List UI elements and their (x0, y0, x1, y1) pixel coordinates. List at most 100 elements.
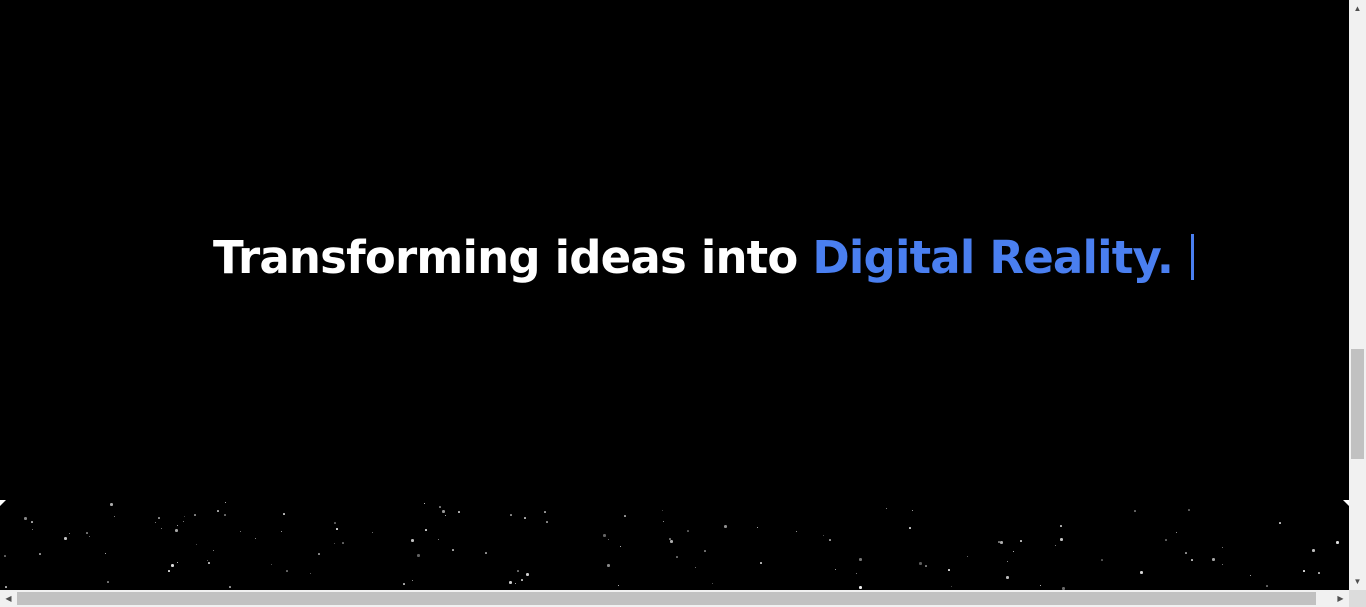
star-dot (620, 546, 621, 547)
hero-section: Transforming ideas into Digital Reality. (0, 0, 1349, 502)
scroll-down-arrow-icon[interactable]: ▼ (1349, 573, 1366, 590)
scroll-left-arrow-icon[interactable]: ◀ (0, 590, 17, 607)
star-dot (439, 506, 441, 508)
star-dot (1140, 571, 1143, 574)
star-dot (919, 562, 922, 565)
star-dot (724, 525, 727, 528)
star-dot (886, 508, 887, 509)
star-dot (835, 569, 836, 570)
star-dot (283, 513, 285, 515)
star-dot (171, 564, 174, 567)
star-dot (31, 521, 33, 523)
star-dot (411, 539, 414, 542)
star-dot (526, 573, 529, 576)
star-dot (1303, 570, 1305, 572)
scroll-right-arrow-icon[interactable]: ▶ (1332, 590, 1349, 607)
star-dot (546, 521, 548, 523)
star-dot (403, 583, 405, 585)
star-dot (196, 544, 197, 545)
star-dot (255, 538, 256, 539)
starfield-section (0, 502, 1349, 590)
star-dot (64, 537, 67, 540)
star-dot (342, 542, 344, 544)
star-dot (177, 562, 178, 563)
star-dot (485, 552, 487, 554)
star-dot (425, 529, 427, 531)
star-dot (760, 562, 762, 564)
star-dot (336, 528, 338, 530)
star-dot (225, 502, 226, 503)
scroll-up-arrow-icon[interactable]: ▲ (1349, 0, 1366, 17)
star-dot (1336, 541, 1339, 544)
star-dot (155, 522, 156, 523)
star-dot (89, 536, 90, 537)
scrollbar-corner (1349, 590, 1366, 607)
star-dot (442, 510, 445, 513)
star-dot (1134, 510, 1136, 512)
star-dot (1055, 545, 1056, 546)
star-dot (318, 553, 320, 555)
star-dot (544, 511, 546, 513)
star-dot (859, 558, 862, 561)
star-dot (158, 517, 160, 519)
typing-cursor (1191, 234, 1195, 280)
horizontal-scrollbar[interactable]: ◀ ▶ (0, 590, 1349, 607)
star-dot (184, 516, 185, 517)
star-dot (624, 515, 626, 517)
star-dot (412, 580, 413, 581)
star-dot (208, 562, 210, 564)
star-dot (1185, 552, 1187, 554)
star-dot (424, 503, 425, 504)
star-dot (372, 532, 373, 533)
star-dot (948, 569, 950, 571)
star-dot (618, 585, 619, 586)
star-dot (1007, 561, 1008, 562)
star-dot (271, 564, 272, 565)
star-dot (909, 527, 911, 529)
star-dot (458, 511, 460, 513)
star-dot (1013, 551, 1014, 552)
star-dot (229, 586, 231, 588)
horizontal-scroll-thumb[interactable] (17, 592, 1316, 605)
star-dot (217, 510, 219, 512)
star-dot (1000, 541, 1003, 544)
star-dot (183, 521, 184, 522)
hero-headline: Transforming ideas into Digital Reality. (213, 228, 1195, 288)
vertical-scrollbar[interactable]: ▲ ▼ (1349, 0, 1366, 590)
star-dot (967, 556, 968, 557)
star-dot (438, 539, 439, 540)
star-dot (1222, 547, 1223, 548)
star-dot (5, 586, 7, 588)
star-dot (524, 517, 526, 519)
headline-accent-text: Digital Reality. (812, 231, 1174, 284)
star-dot (1188, 509, 1190, 511)
star-dot (757, 527, 758, 528)
star-dot (213, 550, 214, 551)
star-dot (1040, 585, 1041, 586)
vertical-scroll-thumb[interactable] (1351, 349, 1364, 459)
page-viewport: Transforming ideas into Digital Reality. (0, 0, 1349, 590)
star-dot (1212, 558, 1215, 561)
star-dot (521, 579, 523, 581)
star-dot (1101, 559, 1103, 561)
headline-text: Transforming ideas into (213, 231, 813, 284)
star-dot (445, 515, 446, 516)
star-dot (224, 514, 226, 516)
star-dot (712, 583, 713, 584)
star-dot (607, 564, 610, 567)
star-dot (823, 535, 824, 536)
star-dot (1222, 564, 1223, 565)
star-dot (859, 586, 862, 589)
star-dot (998, 541, 1000, 543)
star-dot (1176, 532, 1177, 533)
star-dot (912, 510, 913, 511)
star-dot (1020, 540, 1022, 542)
star-dot (687, 530, 689, 532)
star-dot (107, 581, 109, 583)
star-dot (796, 531, 797, 532)
star-dot (1266, 585, 1268, 587)
star-dot (856, 573, 857, 574)
star-dot (517, 570, 519, 572)
star-dot (175, 529, 178, 532)
star-dot (676, 556, 678, 558)
